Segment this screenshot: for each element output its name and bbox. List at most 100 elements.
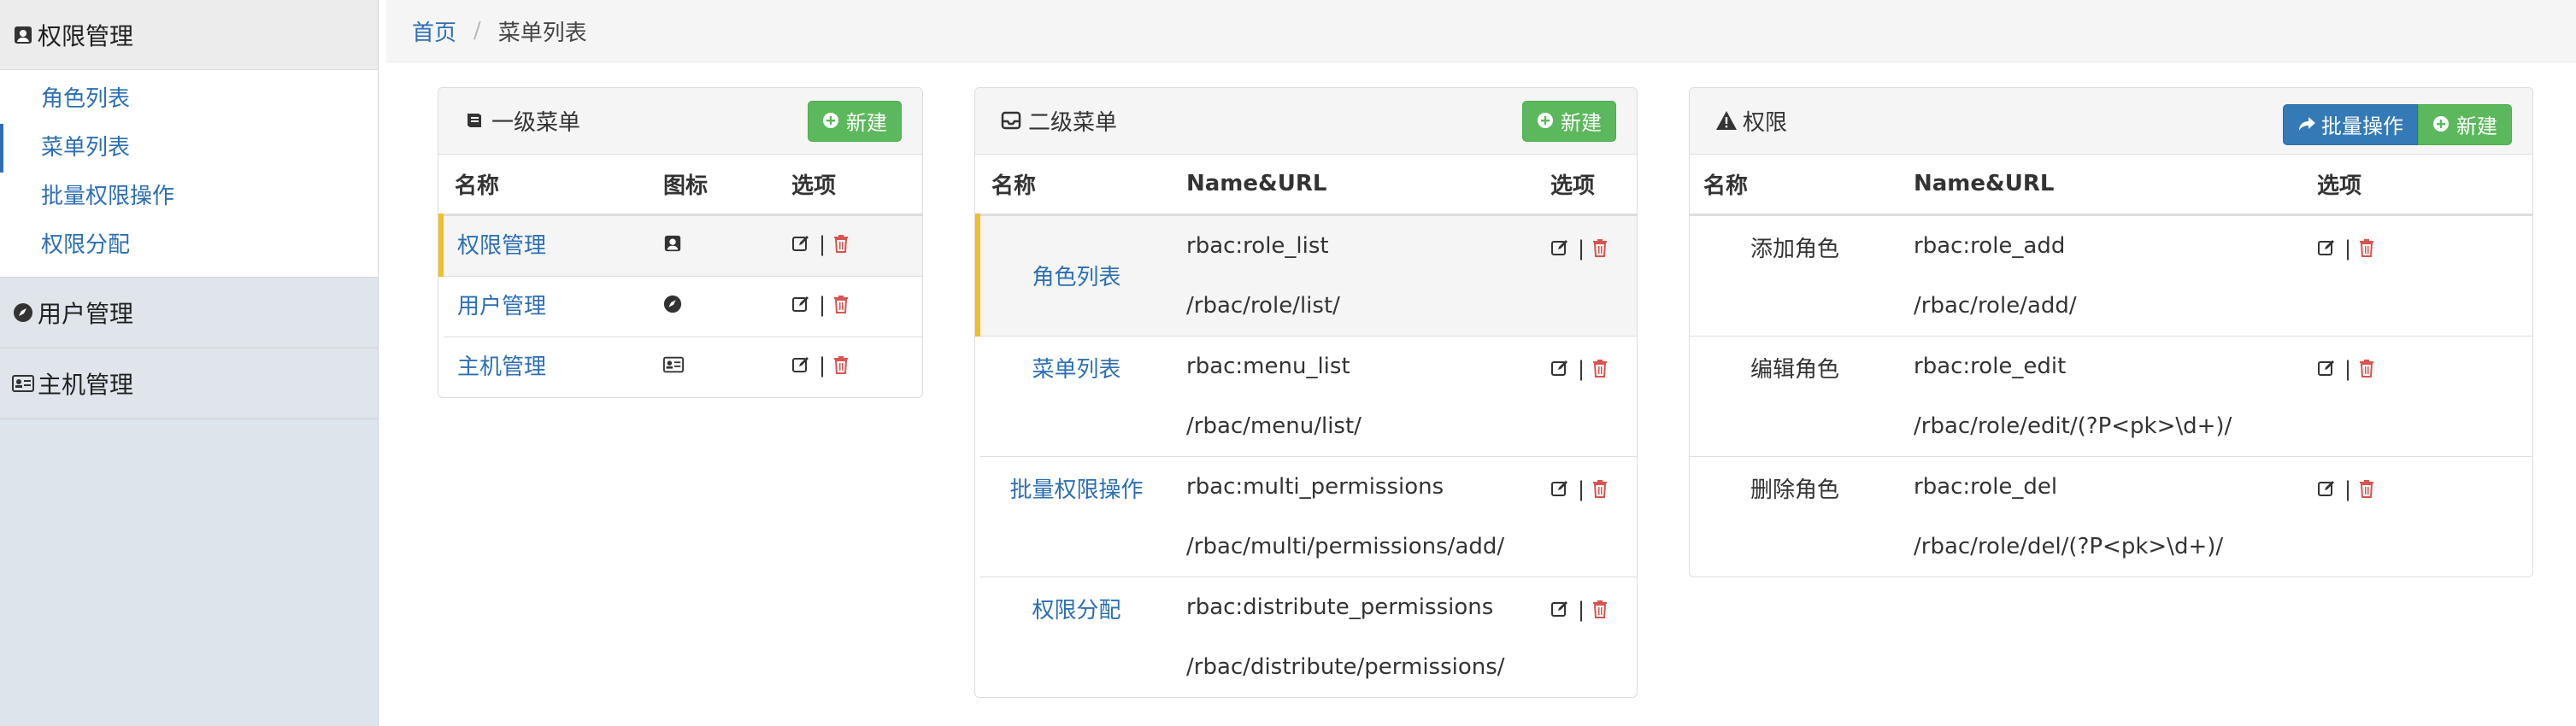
trash-icon[interactable]: [1591, 600, 1612, 620]
trash-icon[interactable]: [1591, 238, 1612, 259]
permission-url: /rbac/role/del/(?P<pk>\d+)/: [1914, 533, 2224, 559]
trash-icon[interactable]: [2358, 238, 2379, 259]
ops-separator: |: [1578, 597, 1585, 622]
table-row[interactable]: 角色列表 rbac:role_list /rbac/role/list/ |: [975, 214, 1637, 336]
ops-separator: |: [2344, 356, 2352, 381]
level1-menu-table: 名称 图标 选项 权限管理 | 用户管理 | 主机管理 |: [438, 155, 922, 397]
batch-operation-button[interactable]: 批量操作: [2283, 103, 2418, 145]
sidebar: 权限管理 角色列表 菜单列表 批量权限操作 权限分配 用户管理 主机管理: [0, 0, 379, 726]
permission-code: rbac:role_edit: [1914, 353, 2067, 379]
panel-title-text: 二级菜单: [1028, 110, 1118, 136]
new-permission-button[interactable]: 新建: [2418, 103, 2512, 145]
edit-icon[interactable]: [791, 355, 812, 376]
new-button-label: 新建: [846, 111, 887, 135]
permission-url: /rbac/menu/list/: [1186, 413, 1362, 439]
edit-icon[interactable]: [2317, 238, 2338, 259]
table-row[interactable]: 菜单列表 rbac:menu_list /rbac/menu/list/ |: [978, 336, 1637, 456]
permission-code: rbac:menu_list: [1186, 353, 1350, 379]
ops-separator: |: [2344, 236, 2352, 261]
icon-cell: [650, 276, 778, 337]
menu-group-title-hosts[interactable]: 主机管理: [0, 348, 378, 419]
main-content: 首页 / 菜单列表 一级菜单 新建 名称 图标 选项 权限管理 | 用户管理 |…: [386, 0, 2576, 726]
table-row[interactable]: 编辑角色 rbac:role_edit /rbac/role/edit/(?P<…: [1690, 336, 2532, 456]
table-row[interactable]: 删除角色 rbac:role_del /rbac/role/del/(?P<pk…: [1690, 456, 2532, 577]
menu-group-title-users[interactable]: 用户管理: [0, 278, 378, 348]
menu-name-link[interactable]: 权限管理: [457, 233, 546, 259]
name-cell: 删除角色: [1690, 456, 1900, 577]
inbox-icon: [1001, 110, 1023, 132]
menu-name-link[interactable]: 用户管理: [457, 294, 546, 319]
trash-icon[interactable]: [832, 355, 853, 376]
edit-icon[interactable]: [2317, 479, 2338, 500]
menu-group-label: 权限管理: [38, 21, 134, 50]
menu-name-link[interactable]: 主机管理: [457, 354, 546, 380]
edit-icon[interactable]: [1550, 359, 1571, 379]
sidebar-item-batch-permissions[interactable]: 批量权限操作: [0, 173, 378, 221]
trash-icon[interactable]: [2358, 479, 2379, 500]
permission-name: 添加角色: [1750, 236, 1839, 262]
trash-icon[interactable]: [832, 234, 853, 255]
options-cell: |: [1537, 214, 1637, 336]
edit-icon[interactable]: [1550, 479, 1571, 500]
menu-group-items: 角色列表 菜单列表 批量权限操作 权限分配: [0, 70, 378, 277]
edit-icon[interactable]: [1550, 600, 1571, 620]
sidebar-item-permission-assign[interactable]: 权限分配: [0, 221, 378, 270]
table-row[interactable]: 添加角色 rbac:role_add /rbac/role/add/ |: [1690, 214, 2532, 336]
menu-group-hosts: 主机管理: [0, 348, 378, 419]
menu-name-link[interactable]: 菜单列表: [1032, 357, 1120, 383]
icon-cell: [650, 214, 778, 276]
user-badge-icon: [12, 24, 34, 46]
name-cell: 角色列表: [975, 214, 1173, 336]
plus-circle-icon: [2432, 115, 2451, 134]
ops-separator: |: [1578, 477, 1585, 501]
level1-menu-panel: 一级菜单 新建 名称 图标 选项 权限管理 | 用户管理 | 主机管理 |: [438, 87, 923, 398]
breadcrumb-home-link[interactable]: 首页: [412, 15, 456, 47]
breadcrumb-current: 菜单列表: [497, 20, 587, 46]
column-header-name: 名称: [978, 155, 1173, 216]
sidebar-item-menu-list[interactable]: 菜单列表: [0, 124, 378, 173]
edit-icon[interactable]: [2317, 359, 2338, 379]
trash-icon[interactable]: [2358, 359, 2379, 379]
options-cell: |: [2303, 456, 2532, 577]
share-icon: [2297, 115, 2316, 134]
ops-separator: |: [1578, 356, 1585, 381]
menu-name-link[interactable]: 批量权限操作: [1009, 477, 1143, 503]
menu-name-link[interactable]: 权限分配: [1032, 598, 1120, 624]
menu-group-title-permissions[interactable]: 权限管理: [0, 0, 378, 70]
compass-icon: [663, 295, 684, 315]
column-header-name: 名称: [441, 155, 650, 216]
new-button-label: 新建: [2456, 114, 2497, 138]
menu-name-link[interactable]: 角色列表: [1032, 265, 1120, 290]
trash-icon[interactable]: [1591, 359, 1612, 379]
edit-icon[interactable]: [791, 295, 812, 315]
level2-menu-table: 名称 Name&URL 选项 角色列表 rbac:role_list /rbac…: [975, 155, 1637, 697]
breadcrumb-separator: /: [473, 18, 481, 44]
column-header-name: 名称: [1690, 155, 1900, 216]
edit-icon[interactable]: [1550, 238, 1571, 259]
table-row[interactable]: 主机管理 |: [441, 337, 922, 397]
panel-title-text: 一级菜单: [491, 110, 581, 136]
name-cell: 批量权限操作: [978, 456, 1173, 577]
permission-code: rbac:role_list: [1186, 232, 1329, 259]
edit-icon[interactable]: [791, 234, 812, 255]
permission-url: /rbac/role/edit/(?P<pk>\d+)/: [1914, 413, 2232, 439]
name-url-cell: rbac:role_add /rbac/role/add/: [1900, 214, 2303, 336]
new-level2-menu-button[interactable]: 新建: [1522, 100, 1616, 142]
name-url-cell: rbac:role_edit /rbac/role/edit/(?P<pk>\d…: [1900, 336, 2303, 456]
permission-code: rbac:role_add: [1914, 232, 2066, 259]
trash-icon[interactable]: [832, 295, 853, 315]
panel-header: 二级菜单 新建: [975, 88, 1637, 155]
new-level1-menu-button[interactable]: 新建: [808, 100, 902, 142]
table-row[interactable]: 权限管理 |: [438, 214, 922, 276]
sidebar-item-role-list[interactable]: 角色列表: [0, 75, 378, 124]
plus-circle-icon: [1537, 112, 1556, 131]
compass-icon: [12, 302, 34, 324]
table-row[interactable]: 用户管理 |: [441, 276, 922, 337]
name-url-cell: rbac:multi_permissions /rbac/multi/permi…: [1173, 456, 1537, 577]
ops-separator: |: [2344, 477, 2352, 501]
table-row[interactable]: 权限分配 rbac:distribute_permissions /rbac/d…: [978, 577, 1637, 697]
id-card-icon: [12, 372, 34, 395]
trash-icon[interactable]: [1591, 479, 1612, 500]
table-row[interactable]: 批量权限操作 rbac:multi_permissions /rbac/mult…: [978, 456, 1637, 577]
options-cell: |: [778, 337, 922, 397]
